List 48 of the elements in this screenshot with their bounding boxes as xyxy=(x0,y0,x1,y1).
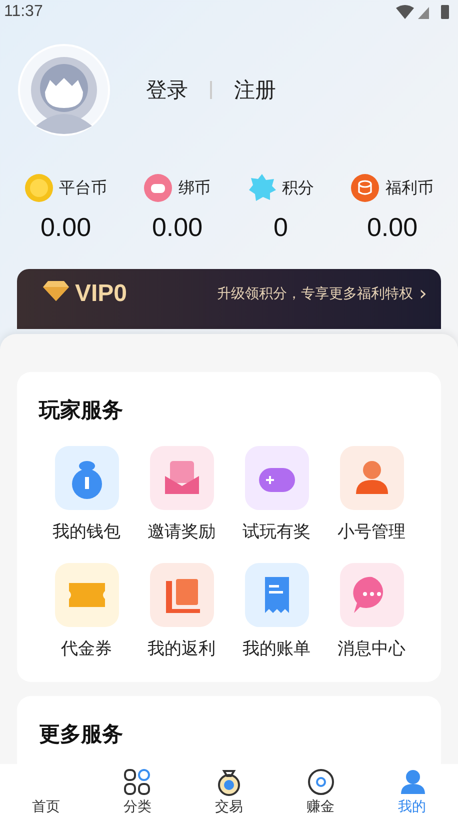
currency-label: 平台币 xyxy=(58,178,107,198)
service-icon xyxy=(340,446,404,510)
vip-level: VIP0 xyxy=(75,281,128,307)
tab-icon xyxy=(123,768,152,796)
tab[interactable]: 交易 xyxy=(183,764,275,820)
currency-value: 0.00 xyxy=(152,212,203,243)
tab-icon xyxy=(398,768,426,796)
service-icon xyxy=(150,446,214,510)
currency-value: 0.00 xyxy=(366,212,418,243)
service-icon xyxy=(244,446,308,510)
service-icon xyxy=(340,563,404,627)
service-icon xyxy=(54,446,118,510)
currency-icon xyxy=(351,174,380,202)
login-link[interactable]: 登录 xyxy=(146,76,188,104)
register-link[interactable]: 注册 xyxy=(234,76,276,104)
diamond-icon xyxy=(43,281,69,301)
service-item[interactable]: 我的返利 xyxy=(134,563,229,660)
currency-icon xyxy=(144,174,172,202)
tab[interactable]: 首页 xyxy=(0,764,92,820)
service-item[interactable]: 邀请奖励 xyxy=(134,446,229,543)
currency-label: 福利币 xyxy=(385,178,434,198)
service-item[interactable]: 代金券 xyxy=(39,563,134,660)
currency-icon xyxy=(248,174,276,202)
currency-icon xyxy=(24,174,53,202)
service-icon xyxy=(244,563,308,627)
service-item[interactable]: 试玩有奖 xyxy=(229,446,324,543)
service-item[interactable]: 我的钱包 xyxy=(39,446,134,543)
vip-promo: 升级领积分，专享更多福利特权 xyxy=(217,285,413,304)
currency-label: 绑币 xyxy=(178,178,210,198)
service-icon xyxy=(54,563,118,627)
service-item[interactable]: 小号管理 xyxy=(324,446,419,543)
service-icon xyxy=(150,563,214,627)
tab[interactable]: 分类 xyxy=(92,764,184,820)
service-item[interactable]: 消息中心 xyxy=(324,563,419,660)
vip-banner[interactable]: VIP0 升级领积分，专享更多福利特权 › xyxy=(17,269,441,329)
tab[interactable]: 我的 xyxy=(366,764,458,820)
currency-value: 0 xyxy=(274,212,288,243)
avatar-icon xyxy=(18,44,110,136)
service-item[interactable]: 我的账单 xyxy=(229,563,324,660)
section-title: 玩家服务 xyxy=(39,397,124,424)
section-title: 更多服务 xyxy=(39,721,124,748)
currency-label: 积分 xyxy=(282,178,314,198)
currency-value: 0.00 xyxy=(40,212,92,243)
tab[interactable]: 赚金 xyxy=(274,764,366,820)
chevron-icon: › xyxy=(419,281,427,305)
tab-icon xyxy=(306,768,335,796)
status-time: 11:37 xyxy=(4,3,43,21)
status-icons xyxy=(396,4,452,20)
